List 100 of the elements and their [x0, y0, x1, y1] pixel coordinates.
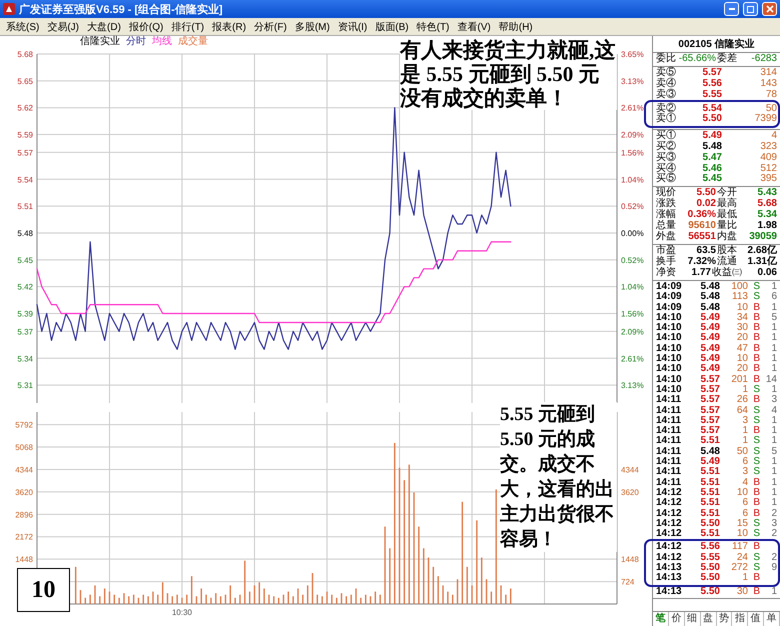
field-value: 7.32%	[686, 257, 716, 268]
trade-time: 14:10	[656, 364, 683, 375]
axis-label: 5.57	[17, 148, 33, 158]
trade-side: S	[752, 406, 760, 416]
menu-item[interactable]: 报价(Q)	[128, 20, 164, 34]
order-price: 5.56	[702, 79, 722, 90]
trade-count: 1	[770, 426, 777, 436]
axis-label: 2.61%	[621, 354, 644, 364]
trade-price: 5.57	[700, 426, 720, 436]
trade-count: 2	[770, 529, 777, 540]
panel-tab[interactable]: 单	[764, 612, 780, 626]
minimize-button[interactable]	[724, 2, 739, 16]
order-label: 买⑤	[656, 174, 677, 185]
trade-price: 5.49	[700, 312, 720, 323]
order-volume: 4	[770, 131, 777, 142]
axis-label: 3.65%	[621, 50, 644, 59]
trade-time: 14:13	[656, 562, 683, 573]
trade-side: B	[752, 395, 760, 406]
restore-button[interactable]	[743, 2, 758, 16]
trade-count: 9	[770, 562, 777, 574]
axis-label: 3.13%	[621, 76, 644, 86]
field-label: 最低	[717, 210, 737, 220]
panel-tab[interactable]: 盘	[700, 612, 716, 626]
panel-tab[interactable]: 势	[716, 612, 732, 626]
trade-volume: 10	[736, 529, 748, 540]
menu-item[interactable]: 系统(S)	[6, 20, 40, 34]
axis-label: 3.13%	[621, 381, 644, 390]
menu-item[interactable]: 特色(T)	[416, 20, 450, 34]
axis-label: 5.45	[17, 256, 33, 265]
field-label: 总量	[656, 221, 676, 232]
legend-label: 均线	[152, 37, 172, 47]
axis-label: 1448	[15, 555, 33, 564]
menu-item[interactable]: 版面(B)	[375, 20, 409, 34]
order-label: 买④	[656, 164, 677, 174]
trade-count: 5	[770, 446, 777, 457]
axis-label: 1448	[621, 555, 639, 564]
trade-side: B	[752, 586, 760, 597]
trade-price: 5.57	[700, 416, 720, 426]
order-price: 5.45	[702, 174, 722, 185]
menu-item[interactable]: 分析(F)	[254, 20, 287, 34]
trade-count: 1	[770, 364, 777, 375]
trade-count: 3	[770, 518, 777, 529]
panel-tab[interactable]: 价	[668, 612, 685, 626]
axis-label: 5.62	[17, 104, 33, 113]
trade-price: 5.57	[700, 406, 720, 416]
menu-item[interactable]: 帮助(H)	[498, 20, 533, 34]
axis-label: 2.09%	[621, 130, 644, 140]
trade-count: 5	[770, 312, 777, 323]
trade-volume: 201	[730, 374, 748, 385]
field-label: 换手	[656, 257, 676, 268]
trade-price: 5.51	[700, 436, 720, 447]
panel-tab[interactable]: 值	[748, 612, 764, 626]
order-label: 卖④	[656, 79, 677, 90]
trade-count: 1	[770, 302, 777, 313]
axis-label: 5.31	[17, 381, 33, 390]
trade-volume: 272	[730, 562, 748, 573]
trade-volume: 30	[736, 586, 748, 597]
trade-time: 14:10	[656, 354, 683, 364]
axis-label: 0.52%	[621, 256, 644, 265]
axis-label: 5.59	[17, 130, 33, 140]
field-label: 外盘	[656, 232, 676, 243]
trade-price: 5.48	[700, 446, 720, 457]
trade-time: 14:11	[656, 467, 682, 478]
trade-time: 14:11	[656, 457, 682, 468]
trade-price: 5.48	[700, 302, 720, 313]
panel-tab[interactable]: 指	[732, 612, 748, 626]
menu-item[interactable]: 资讯(I)	[338, 20, 368, 34]
menu-item[interactable]: 查看(V)	[457, 20, 491, 34]
menu-item[interactable]: 报表(R)	[212, 20, 246, 34]
menu-item[interactable]: 大盘(D)	[87, 20, 121, 34]
close-button[interactable]	[762, 2, 777, 16]
field-value: 0.36%	[686, 210, 716, 221]
trade-count: 1	[770, 384, 777, 395]
trade-time: 14:11	[656, 478, 682, 488]
panel-tab[interactable]: 笔	[653, 612, 669, 626]
trade-count: 1	[770, 323, 777, 334]
trade-time: 14:10	[656, 312, 683, 323]
trade-side: B	[752, 426, 760, 436]
trade-price: 5.56	[700, 542, 720, 553]
menu-item[interactable]: 交易(J)	[47, 20, 80, 34]
trade-price: 5.49	[700, 323, 720, 334]
menu-item[interactable]: 多股(M)	[294, 20, 330, 34]
trade-time: 14:12	[656, 518, 683, 529]
trade-volume: 26	[736, 395, 748, 406]
menu-item[interactable]: 排行(T)	[171, 20, 204, 34]
trade-volume: 4	[741, 478, 748, 488]
trade-volume: 34	[736, 312, 748, 323]
trade-volume: 113	[731, 292, 748, 303]
trade-count: 1	[770, 354, 777, 364]
trade-side: B	[752, 374, 760, 385]
order-price: 5.48	[702, 142, 722, 152]
time-label: 10:30	[172, 608, 192, 617]
trade-price: 5.57	[700, 395, 720, 406]
order-label: 卖③	[656, 90, 677, 100]
trade-volume: 47	[736, 344, 748, 354]
trade-side: S	[752, 436, 760, 447]
trade-count: 1	[770, 436, 777, 447]
trade-side: S	[752, 467, 760, 478]
panel-tab[interactable]: 细	[684, 612, 701, 626]
order-price: 5.46	[702, 164, 722, 174]
